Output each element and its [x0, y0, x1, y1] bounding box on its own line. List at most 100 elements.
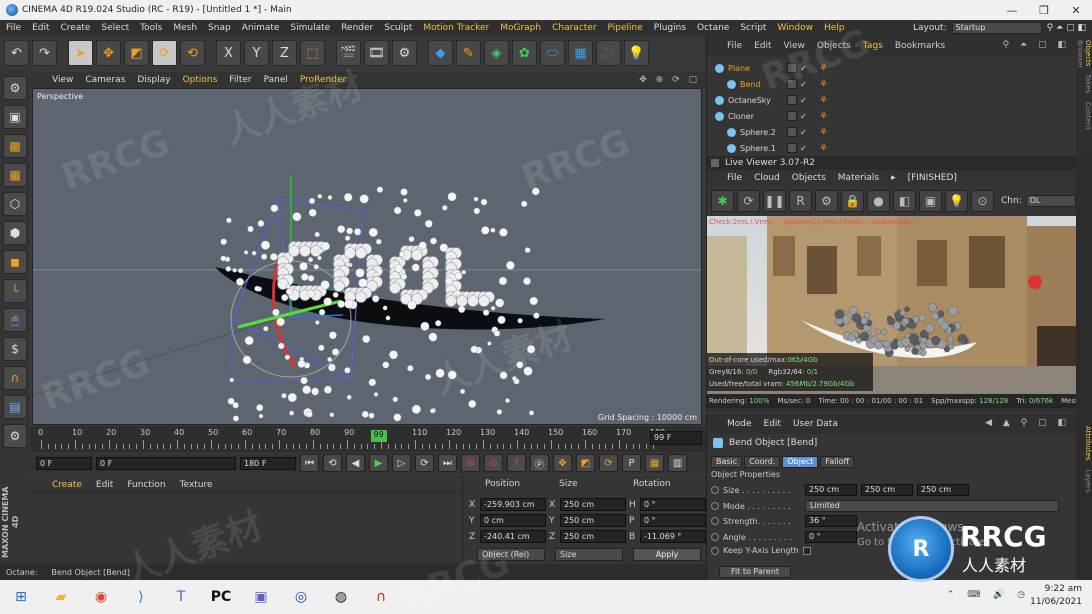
- object-tag-icon[interactable]: ⚘: [819, 95, 828, 106]
- mode-dropdown[interactable]: Limited: [805, 500, 1059, 512]
- object-tag-icon[interactable]: ⚘: [819, 63, 828, 74]
- coord-rot-x[interactable]: 0 °: [640, 498, 706, 511]
- previous-key-icon[interactable]: ⟲: [323, 454, 342, 472]
- size-animate-radio[interactable]: [711, 486, 719, 494]
- attribute-tab-coord[interactable]: Coord.: [744, 456, 781, 468]
- layer-box-icon[interactable]: [787, 111, 797, 121]
- fit-to-parent-button[interactable]: Fit to Parent: [719, 566, 791, 578]
- enabled-check-icon[interactable]: ✔: [800, 96, 807, 105]
- menu-snap[interactable]: Snap: [208, 23, 231, 33]
- minimize-button[interactable]: —: [996, 0, 1028, 20]
- coord-size-z[interactable]: 250 cm: [560, 530, 626, 543]
- floor-icon[interactable]: ▦: [568, 40, 593, 66]
- maximize-button[interactable]: ❐: [1028, 0, 1060, 20]
- magnet-icon[interactable]: ∩: [3, 366, 27, 390]
- object-visibility-flags[interactable]: ✔: [787, 79, 807, 89]
- live-viewer-menu-item[interactable]: [FINISHED]: [908, 173, 957, 183]
- live-viewer-menu-item[interactable]: ▸: [891, 173, 896, 183]
- layer-box-icon[interactable]: [787, 63, 797, 73]
- y-axis-icon[interactable]: Y: [244, 40, 269, 66]
- start-frame-field[interactable]: 0 F: [36, 456, 92, 470]
- rotation-key-icon[interactable]: ⟳: [599, 454, 618, 472]
- menu-mesh[interactable]: Mesh: [173, 23, 197, 33]
- layer-box-icon[interactable]: [787, 95, 797, 105]
- windows-start-icon[interactable]: ⊞: [10, 586, 32, 608]
- octane-start-icon[interactable]: ✱: [711, 190, 734, 212]
- menu-tools[interactable]: Tools: [140, 23, 162, 33]
- object-menu-bookmarks[interactable]: Bookmarks: [895, 41, 945, 51]
- goto-end-icon[interactable]: ⏭: [438, 454, 457, 472]
- coord-pos-x[interactable]: -259.903 cm: [480, 498, 546, 511]
- attribute-manager-icons[interactable]: ◀ ▲ ⚲ ▢ ◧: [985, 418, 1070, 428]
- cinema4d-icon[interactable]: ◎: [290, 586, 312, 608]
- timeline-playhead[interactable]: 99: [370, 430, 387, 442]
- pycharm-icon[interactable]: PC: [210, 586, 232, 608]
- teams-icon[interactable]: T: [170, 586, 192, 608]
- menu-edit[interactable]: Edit: [32, 23, 49, 33]
- material-menu-edit[interactable]: Edit: [96, 480, 113, 491]
- menu-file[interactable]: File: [6, 23, 21, 33]
- perspective-viewport[interactable]: Perspective Grid Spacing : 10000 cm: [32, 88, 702, 425]
- record-keys-icon[interactable]: ⊘: [461, 454, 480, 472]
- settings-gear-icon[interactable]: ⚙: [815, 190, 838, 212]
- object-tag-icon[interactable]: ⚘: [819, 79, 828, 90]
- material-ball-icon[interactable]: ●: [867, 190, 890, 212]
- grid-icon[interactable]: ▤: [3, 395, 27, 419]
- timeline-window-icon[interactable]: ▥: [668, 454, 687, 472]
- attribute-menu-mode[interactable]: Mode: [727, 419, 752, 429]
- taskbar-clock[interactable]: 9:22 am 11/06/2021: [1030, 583, 1082, 609]
- coord-pos-z[interactable]: -240.41 cm: [480, 530, 546, 543]
- live-viewer-menu-item[interactable]: Objects: [792, 173, 826, 183]
- light-bulb-icon[interactable]: 💡: [945, 190, 968, 212]
- coord-rot-y[interactable]: 0 °: [640, 514, 706, 527]
- object-menu-objects[interactable]: Objects: [817, 41, 851, 51]
- scale-icon[interactable]: ◩: [124, 40, 149, 66]
- teams2-icon[interactable]: ▣: [250, 586, 272, 608]
- scale-key-icon[interactable]: ◩: [576, 454, 595, 472]
- close-button[interactable]: ✕: [1060, 0, 1092, 20]
- subdivision-icon[interactable]: ◈: [484, 40, 509, 66]
- coord-pos-y[interactable]: 0 cm: [480, 514, 546, 527]
- layer-box-icon[interactable]: [787, 127, 797, 137]
- snap-icon[interactable]: $: [3, 337, 27, 361]
- coord-mode-dropdown[interactable]: Object (Rel): [477, 548, 545, 561]
- object-row-cloner[interactable]: Cloner ✔ ⚘: [707, 108, 1067, 124]
- obs-icon[interactable]: ◍: [330, 586, 352, 608]
- menu-pipeline[interactable]: Pipeline: [608, 23, 643, 33]
- system-tray-icons[interactable]: ⌃ ⌨ 🔊 ◷: [947, 590, 1030, 600]
- cube-icon[interactable]: ◆: [428, 40, 453, 66]
- size-y-field[interactable]: 250 cm: [861, 484, 913, 496]
- next-key-icon[interactable]: ⟳: [415, 454, 434, 472]
- coord-size-dropdown[interactable]: Size: [555, 548, 623, 561]
- menu-plugins[interactable]: Plugins: [654, 23, 686, 33]
- enabled-check-icon[interactable]: ✔: [800, 128, 807, 137]
- object-row-bend[interactable]: Bend ✔ ⚘: [707, 76, 1067, 92]
- object-manager-icons[interactable]: ⚲ ⏶ ▢ ◧: [1003, 40, 1070, 50]
- viewport-menu-options[interactable]: Options: [183, 75, 218, 85]
- keyframe-selection-icon[interactable]: ?: [507, 454, 526, 472]
- goto-start-icon[interactable]: ⏮: [300, 454, 319, 472]
- menu-sculpt[interactable]: Sculpt: [384, 23, 412, 33]
- menu-mograph[interactable]: MoGraph: [500, 23, 541, 33]
- coord-rot-z[interactable]: -11.069 °: [640, 530, 706, 543]
- enabled-check-icon[interactable]: ✔: [800, 144, 807, 153]
- model-mode-icon[interactable]: ▣: [3, 105, 27, 129]
- menu-window[interactable]: Window: [777, 23, 813, 33]
- edges-mode-icon[interactable]: ⬢: [3, 221, 27, 245]
- render-picture-viewer-icon[interactable]: 🎞: [364, 40, 389, 66]
- enabled-check-icon[interactable]: ✔: [800, 64, 807, 73]
- live-viewer-menu-item[interactable]: File: [727, 173, 742, 183]
- menu-help[interactable]: Help: [824, 23, 845, 33]
- material-menu-create[interactable]: Create: [52, 480, 82, 491]
- attribute-menu-edit[interactable]: Edit: [764, 419, 781, 429]
- layer-box-icon[interactable]: [787, 143, 797, 153]
- deformer-icon[interactable]: ⬭: [540, 40, 565, 66]
- live-viewer-render[interactable]: Check:2ms./.Vrms ... Update[C]:0ms./.Mes…: [707, 216, 1092, 394]
- enabled-check-icon[interactable]: ✔: [800, 112, 807, 121]
- live-selection-icon[interactable]: ➤: [68, 40, 93, 66]
- apply-button[interactable]: Apply: [633, 548, 701, 561]
- workplane-icon[interactable]: ▦: [3, 163, 27, 187]
- coord-size-x[interactable]: 250 cm: [560, 498, 626, 511]
- strength-animate-radio[interactable]: [711, 517, 719, 525]
- headset-icon[interactable]: ∩: [370, 586, 392, 608]
